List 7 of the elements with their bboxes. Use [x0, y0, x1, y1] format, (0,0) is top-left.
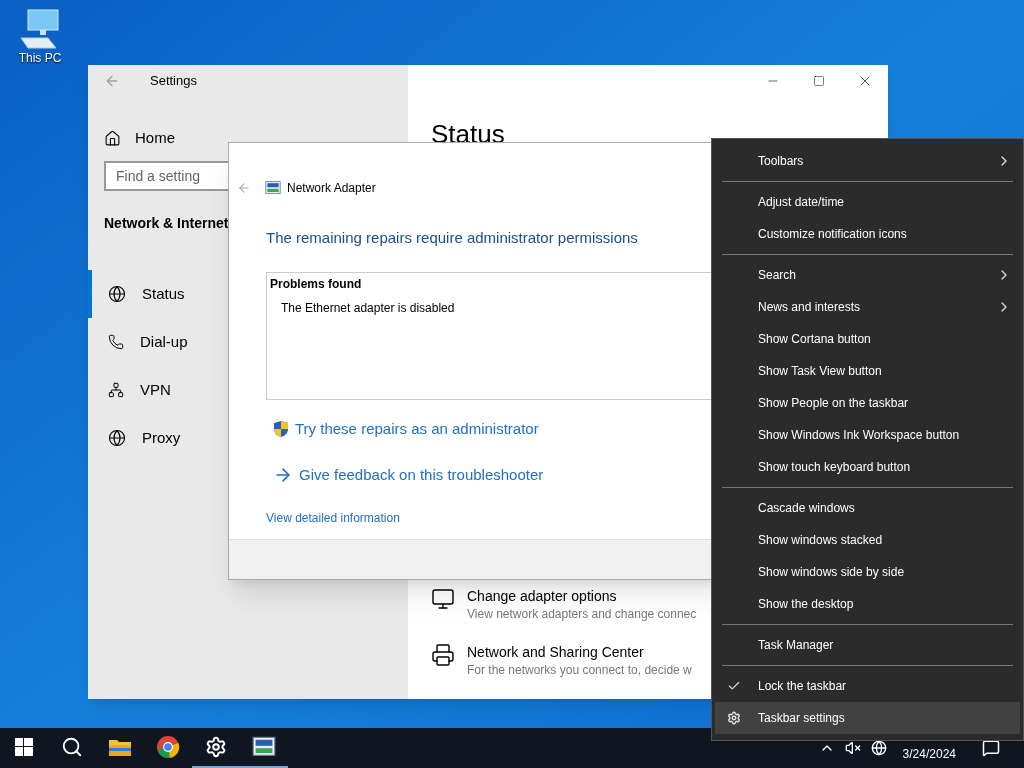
dialog-heading: The remaining repairs require administrator permissions: [266, 228, 639, 248]
link-description: View network adapters and change connec: [467, 606, 697, 623]
link-description: For the networks you connect to, decide w: [467, 662, 692, 679]
section-heading: Network & Internet: [104, 214, 230, 233]
problems-heading: Problems found: [270, 275, 363, 293]
problem-item: The Ethernet adapter is disabled: [281, 299, 456, 317]
window-title: Settings: [150, 72, 197, 91]
